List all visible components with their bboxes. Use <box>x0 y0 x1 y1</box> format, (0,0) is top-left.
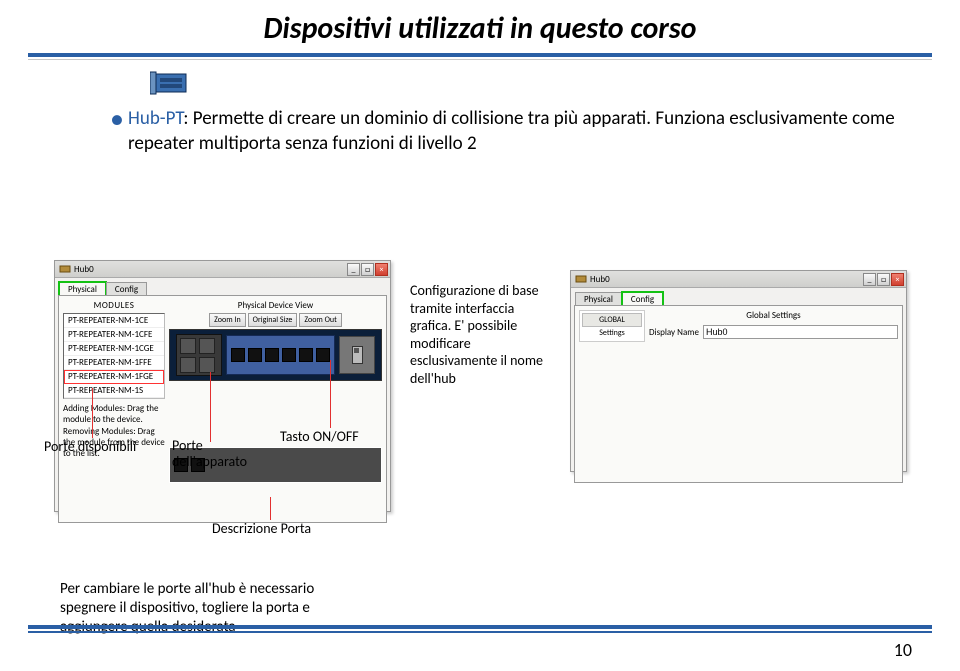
window-icon <box>59 263 71 275</box>
port[interactable] <box>265 348 279 362</box>
sidebar-global[interactable]: GLOBAL <box>582 313 642 327</box>
close-button[interactable]: × <box>891 273 904 286</box>
power-toggle[interactable] <box>352 346 363 364</box>
arrow-porte-disponibili <box>92 388 93 438</box>
port[interactable] <box>231 348 245 362</box>
tab-physical[interactable]: Physical <box>59 282 106 296</box>
minimize-button[interactable]: _ <box>347 263 360 276</box>
physical-view-title: Physical Device View <box>169 300 382 311</box>
module-item-selected[interactable]: PT-REPEATER-NM-1FGE <box>64 370 164 384</box>
modules-list: PT-REPEATER-NM-1CE PT-REPEATER-NM-1CFE P… <box>63 313 165 399</box>
window-icon <box>575 273 587 285</box>
power-switch-panel[interactable] <box>339 336 375 374</box>
maximize-button[interactable]: □ <box>361 263 374 276</box>
device-chassis <box>169 329 382 381</box>
modules-panel: MODULES PT-REPEATER-NM-1CE PT-REPEATER-N… <box>63 300 165 518</box>
module-item[interactable]: PT-REPEATER-NM-1CFE <box>64 328 164 342</box>
bullet-list: Hub-PT: Permette di creare un dominio di… <box>70 107 900 156</box>
port[interactable] <box>282 348 296 362</box>
config-main: Global Settings Display Name <box>649 310 898 342</box>
physical-view: Physical Device View Zoom In Original Si… <box>169 300 382 518</box>
label-porte-apparato: Porte dell'apparato <box>172 438 262 470</box>
window-controls: _ □ × <box>863 273 904 286</box>
arrow-porte-apparato <box>210 372 211 442</box>
config-body: GLOBAL Settings Global Settings Display … <box>574 305 903 483</box>
label-porte-disponibili: Porte disponibili <box>44 438 136 455</box>
bullet-1-text: : Permette di creare un dominio di colli… <box>128 107 895 155</box>
label-tasto-onoff: Tasto ON/OFF <box>280 428 359 445</box>
close-button[interactable]: × <box>375 263 388 276</box>
tab-strip: Physical Config <box>571 288 906 305</box>
modules-heading: MODULES <box>63 300 165 311</box>
zoom-original-button[interactable]: Original Size <box>248 313 298 327</box>
hub-config-window: Hub0 _ □ × Physical Config GLOBAL Settin… <box>570 270 907 472</box>
title-rule <box>28 53 932 57</box>
module-item[interactable]: PT-REPEATER-NM-1CGE <box>64 342 164 356</box>
arrow-tasto-onoff <box>330 360 331 428</box>
window-titlebar: Hub0 _ □ × <box>571 271 906 288</box>
module-item[interactable]: PT-REPEATER-NM-1CE <box>64 314 164 328</box>
port-rack[interactable] <box>226 335 335 375</box>
zoom-out-button[interactable]: Zoom Out <box>299 313 341 327</box>
display-name-label: Display Name <box>649 327 699 338</box>
window-title: Hub0 <box>590 274 610 285</box>
slide-title: Dispositivi utilizzati in questo corso <box>0 0 960 53</box>
footer-rule-thick <box>28 625 932 629</box>
window-titlebar: Hub0 _ □ × <box>55 261 390 278</box>
hub-physical-window: Hub0 _ □ × Physical Config MODULES PT-RE… <box>54 260 391 512</box>
hubpt-label: Hub-PT <box>128 107 183 130</box>
tab-physical[interactable]: Physical <box>575 292 622 306</box>
config-sidebar: GLOBAL Settings <box>579 310 645 342</box>
maximize-button[interactable]: □ <box>877 273 890 286</box>
module-item[interactable]: PT-REPEATER-NM-1S <box>64 384 164 398</box>
arrow-descrizione-porta <box>270 497 271 520</box>
minimize-button[interactable]: _ <box>863 273 876 286</box>
display-name-input[interactable] <box>703 325 898 339</box>
label-descrizione-porta: Descrizione Porta <box>212 520 311 537</box>
module-item[interactable]: PT-REPEATER-NM-1FFE <box>64 356 164 370</box>
label-configurazione: Configurazione di base tramite interfacc… <box>410 282 550 387</box>
page-number: 10 <box>894 639 912 661</box>
zoom-row: Zoom In Original Size Zoom Out <box>169 313 382 327</box>
port[interactable] <box>248 348 262 362</box>
window-controls: _ □ × <box>347 263 388 276</box>
footer-rule-thin <box>28 631 932 633</box>
global-settings-title: Global Settings <box>649 310 898 321</box>
bullet-1: Hub-PT: Permette di creare un dominio di… <box>110 107 900 156</box>
tab-config[interactable]: Config <box>622 292 663 306</box>
sidebar-settings[interactable]: Settings <box>582 327 642 339</box>
zoom-in-button[interactable]: Zoom In <box>209 313 246 327</box>
hub-icon <box>150 70 194 98</box>
module-slots[interactable] <box>176 334 222 376</box>
port[interactable] <box>316 348 330 362</box>
physical-body: MODULES PT-REPEATER-NM-1CE PT-REPEATER-N… <box>58 295 387 523</box>
tab-config[interactable]: Config <box>106 282 147 296</box>
device-icon-row <box>150 70 960 103</box>
window-title: Hub0 <box>74 264 94 275</box>
title-subrule <box>28 59 932 60</box>
port[interactable] <box>299 348 313 362</box>
tab-strip: Physical Config <box>55 278 390 295</box>
